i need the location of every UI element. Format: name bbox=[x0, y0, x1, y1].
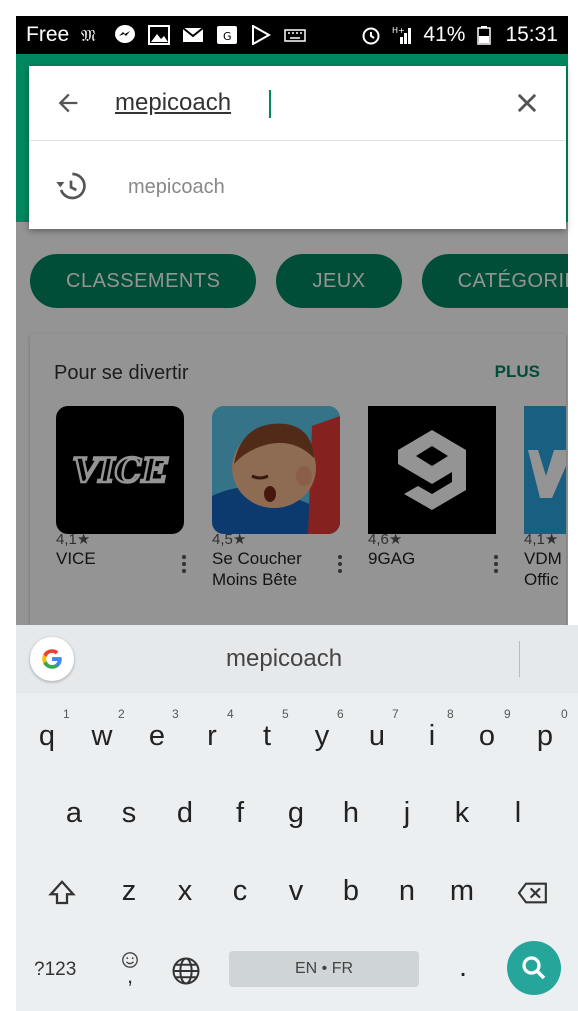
language-key[interactable] bbox=[168, 953, 204, 989]
key-g[interactable]: g bbox=[272, 797, 320, 830]
text-caret bbox=[269, 90, 271, 118]
shift-key[interactable] bbox=[42, 875, 82, 911]
battery-icon bbox=[473, 24, 497, 46]
key-n[interactable]: n bbox=[383, 875, 431, 908]
period-key[interactable]: . bbox=[439, 951, 487, 984]
emoji-comma-key[interactable]: , bbox=[116, 945, 144, 989]
key-hint: 2 bbox=[118, 707, 125, 721]
key-e[interactable]: e bbox=[133, 720, 181, 753]
status-bar: Free 𝔐 G H+ 41% 15:31 bbox=[16, 16, 568, 54]
key-hint: 7 bbox=[392, 707, 399, 721]
space-bar[interactable]: EN • FR bbox=[229, 951, 419, 987]
globe-icon bbox=[172, 957, 200, 985]
symbols-key[interactable]: ?123 bbox=[34, 959, 76, 981]
keyboard-suggestion-word[interactable]: mepicoach bbox=[226, 645, 342, 673]
alarm-icon bbox=[359, 24, 383, 46]
key-b[interactable]: b bbox=[327, 875, 375, 908]
shift-icon bbox=[48, 880, 76, 905]
keyboard-suggestion-strip: mepicoach bbox=[16, 625, 578, 693]
key-l[interactable]: l bbox=[494, 797, 542, 830]
arrow-back-icon bbox=[58, 93, 78, 113]
key-o[interactable]: o bbox=[463, 720, 511, 753]
soft-keyboard: mepicoach q w e r t y u i o p 1 2 3 4 5 … bbox=[16, 625, 578, 1011]
comma-label: , bbox=[126, 963, 134, 988]
gallery-icon bbox=[147, 24, 171, 46]
key-x[interactable]: x bbox=[161, 875, 209, 908]
key-y[interactable]: y bbox=[298, 720, 346, 753]
network-type: H+ bbox=[392, 26, 405, 35]
key-hint: 6 bbox=[337, 707, 344, 721]
scrim-overlay[interactable] bbox=[16, 222, 568, 625]
key-p[interactable]: p bbox=[521, 720, 569, 753]
key-z[interactable]: z bbox=[105, 875, 153, 908]
search-input[interactable] bbox=[115, 86, 505, 120]
history-icon bbox=[56, 172, 86, 200]
google-icon[interactable] bbox=[30, 637, 74, 681]
key-hint: 9 bbox=[504, 707, 511, 721]
mail-icon bbox=[181, 24, 205, 46]
svg-text:𝔐: 𝔐 bbox=[81, 26, 96, 45]
suggestion-divider bbox=[519, 641, 520, 677]
key-hint: 0 bbox=[561, 707, 568, 721]
key-s[interactable]: s bbox=[105, 797, 153, 830]
key-d[interactable]: d bbox=[161, 797, 209, 830]
key-f[interactable]: f bbox=[216, 797, 264, 830]
key-v[interactable]: v bbox=[272, 875, 320, 908]
search-icon bbox=[522, 956, 546, 980]
key-q[interactable]: q bbox=[23, 720, 71, 753]
key-i[interactable]: i bbox=[408, 720, 456, 753]
battery-percent: 41% bbox=[423, 23, 466, 46]
search-bar bbox=[29, 66, 566, 141]
key-u[interactable]: u bbox=[353, 720, 401, 753]
keyboard-icon bbox=[283, 24, 307, 46]
key-m[interactable]: m bbox=[438, 875, 486, 908]
key-j[interactable]: j bbox=[383, 797, 431, 830]
clock: 15:31 bbox=[505, 23, 558, 46]
key-hint: 1 bbox=[63, 707, 70, 721]
key-hint: 3 bbox=[172, 707, 179, 721]
key-hint: 4 bbox=[227, 707, 234, 721]
messenger-icon bbox=[113, 24, 137, 46]
key-w[interactable]: w bbox=[78, 720, 126, 753]
backspace-key[interactable] bbox=[513, 875, 553, 911]
search-suggestion-item[interactable]: mepicoach bbox=[29, 142, 566, 228]
key-t[interactable]: t bbox=[243, 720, 291, 753]
play-store-icon bbox=[249, 24, 273, 46]
keyboard-search-button[interactable] bbox=[507, 941, 561, 995]
key-h[interactable]: h bbox=[327, 797, 375, 830]
signal-icon: H+ bbox=[391, 24, 415, 46]
mobile-carrier-icon: 𝔐 bbox=[79, 24, 103, 46]
key-hint: 5 bbox=[282, 707, 289, 721]
clear-search-button[interactable] bbox=[510, 86, 544, 120]
svg-text:G: G bbox=[223, 30, 232, 43]
carrier-label: Free bbox=[26, 23, 70, 46]
key-r[interactable]: r bbox=[188, 720, 236, 753]
maps-icon: G bbox=[215, 24, 239, 46]
key-a[interactable]: a bbox=[50, 797, 98, 830]
key-hint: 8 bbox=[447, 707, 454, 721]
key-k[interactable]: k bbox=[438, 797, 486, 830]
key-c[interactable]: c bbox=[216, 875, 264, 908]
close-icon bbox=[517, 93, 537, 113]
suggestion-text: mepicoach bbox=[128, 176, 225, 198]
back-button[interactable] bbox=[51, 86, 85, 120]
backspace-icon bbox=[517, 882, 547, 904]
search-panel: mepicoach bbox=[29, 66, 566, 229]
